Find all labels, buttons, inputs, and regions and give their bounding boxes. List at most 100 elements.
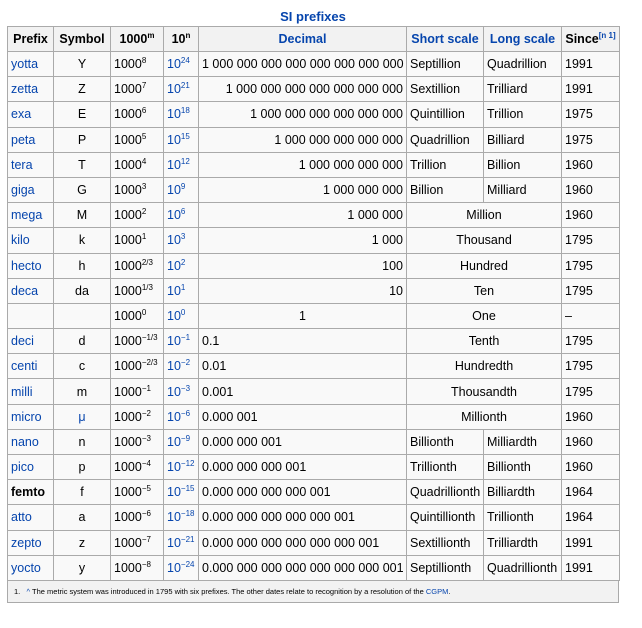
header-long-scale[interactable]: Long scale [483,26,562,52]
power-of-10[interactable]: 1015 [163,126,199,153]
prefix-name[interactable]: mega [7,202,54,229]
cgpm-link[interactable]: CGPM [426,587,449,596]
prefix-name[interactable]: nano [7,428,54,456]
power-of-1000: 1000−8 [110,554,164,581]
prefix-symbol: c [53,353,111,380]
header-decimal[interactable]: Decimal [198,26,407,52]
table-row: atto a 1000−6 10−18 0.000 000 000 000 000 00… [7,504,620,531]
power-of-1000: 10008 [110,50,164,78]
table-row: 10000 100 1 One – [7,302,620,330]
prefix-name[interactable]: atto [7,504,54,531]
prefix-name[interactable]: deci [7,328,54,355]
power-of-10[interactable]: 10−3 [163,378,199,405]
header-since[interactable]: Since[n 1] [561,26,620,52]
long-scale-name: Billiardth [483,479,562,506]
prefix-name[interactable] [7,302,54,330]
prefix-name[interactable]: deca [7,277,54,304]
prefix-name[interactable]: kilo [7,227,54,254]
short-scale-name: Septillionth [406,554,484,581]
power-of-1000: 10003 [110,176,164,204]
table-row: yotta Y 10008 1024 1 000 000 000 000 000 000… [7,50,620,78]
power-of-10[interactable]: 101 [163,277,199,304]
table-row: nano n 1000−3 10−9 0.000 000 001 Billionth Mil… [7,428,620,456]
prefix-symbol: y [53,554,111,581]
decimal-value: 1 [198,302,407,330]
prefix-symbol: n [53,428,111,456]
decimal-value: 1 000 [198,227,407,254]
since-year: 1795 [561,328,620,355]
scale-name: Hundredth [406,353,562,380]
prefix-name[interactable]: zetta [7,76,54,103]
header-short-scale[interactable]: Short scale [406,26,484,52]
power-of-10[interactable]: 102 [163,252,199,279]
power-of-10[interactable]: 106 [163,202,199,229]
prefix-name[interactable]: zepto [7,529,54,556]
since-year: – [561,302,620,330]
power-of-10[interactable]: 1021 [163,76,199,103]
prefix-name[interactable]: giga [7,176,54,204]
since-year: 1964 [561,479,620,506]
decimal-value: 0.000 000 000 000 000 000 001 [198,529,407,556]
header-1000m[interactable]: 1000m [110,26,164,52]
header-symbol[interactable]: Symbol [53,26,111,52]
scale-name: Ten [406,277,562,304]
prefix-symbol: m [53,378,111,405]
decimal-value: 10 [198,277,407,304]
since-year: 1795 [561,378,620,405]
table-row: giga G 10003 109 1 000 000 000 Billion Milliar… [7,176,620,204]
prefix-name[interactable]: milli [7,378,54,405]
power-of-10[interactable]: 109 [163,176,199,204]
power-of-1000: 10000 [110,302,164,330]
power-of-1000: 10006 [110,101,164,128]
power-of-10[interactable]: 1024 [163,50,199,78]
power-of-10[interactable]: 1012 [163,151,199,178]
prefix-symbol: Y [53,50,111,78]
prefix-name[interactable]: centi [7,353,54,380]
prefix-name[interactable]: pico [7,453,54,481]
since-year: 1960 [561,176,620,204]
prefix-symbol: M [53,202,111,229]
decimal-value: 1 000 000 000 000 [198,151,407,178]
footnote-number: 1. [14,586,21,596]
power-of-10[interactable]: 10−1 [163,328,199,355]
since-year: 1795 [561,353,620,380]
power-of-10[interactable]: 10−2 [163,353,199,380]
prefix-name[interactable]: exa [7,101,54,128]
power-of-10[interactable]: 10−15 [163,479,199,506]
prefix-symbol[interactable]: μ [53,403,111,430]
prefix-symbol: h [53,252,111,279]
power-of-10[interactable]: 10−21 [163,529,199,556]
short-scale-name: Billion [406,176,484,204]
prefix-name[interactable]: hecto [7,252,54,279]
prefix-name[interactable]: yocto [7,554,54,581]
table-row: pico p 1000−4 10−12 0.000 000 000 001 Trillio… [7,453,620,481]
prefix-name[interactable]: yotta [7,50,54,78]
decimal-value: 1 000 000 000 000 000 000 [198,101,407,128]
header-prefix[interactable]: Prefix [7,26,54,52]
prefix-name[interactable]: peta [7,126,54,153]
since-year: 1964 [561,504,620,531]
power-of-10[interactable]: 10−18 [163,504,199,531]
prefix-name[interactable]: micro [7,403,54,430]
power-of-10[interactable]: 10−9 [163,428,199,456]
power-of-1000: 1000−3 [110,428,164,456]
footnote-ref-link[interactable]: [n 1] [599,31,616,40]
prefix-name[interactable]: tera [7,151,54,178]
since-year: 1991 [561,50,620,78]
power-of-10[interactable]: 103 [163,227,199,254]
power-of-10[interactable]: 10−24 [163,554,199,581]
since-year: 1975 [561,101,620,128]
short-scale-name: Septillion [406,50,484,78]
power-of-10[interactable]: 10−6 [163,403,199,430]
power-of-1000: 10002 [110,202,164,229]
footnote: 1. ^ The metric system was introduced in… [7,580,619,603]
long-scale-name: Billion [483,151,562,178]
prefix-symbol: Z [53,76,111,103]
footnote-backlink[interactable]: ^ [27,587,31,596]
power-of-10[interactable]: 100 [163,302,199,330]
power-of-10[interactable]: 10−12 [163,453,199,481]
header-10n[interactable]: 10n [163,26,199,52]
power-of-1000: 10001 [110,227,164,254]
power-of-10[interactable]: 1018 [163,101,199,128]
long-scale-name: Milliard [483,176,562,204]
